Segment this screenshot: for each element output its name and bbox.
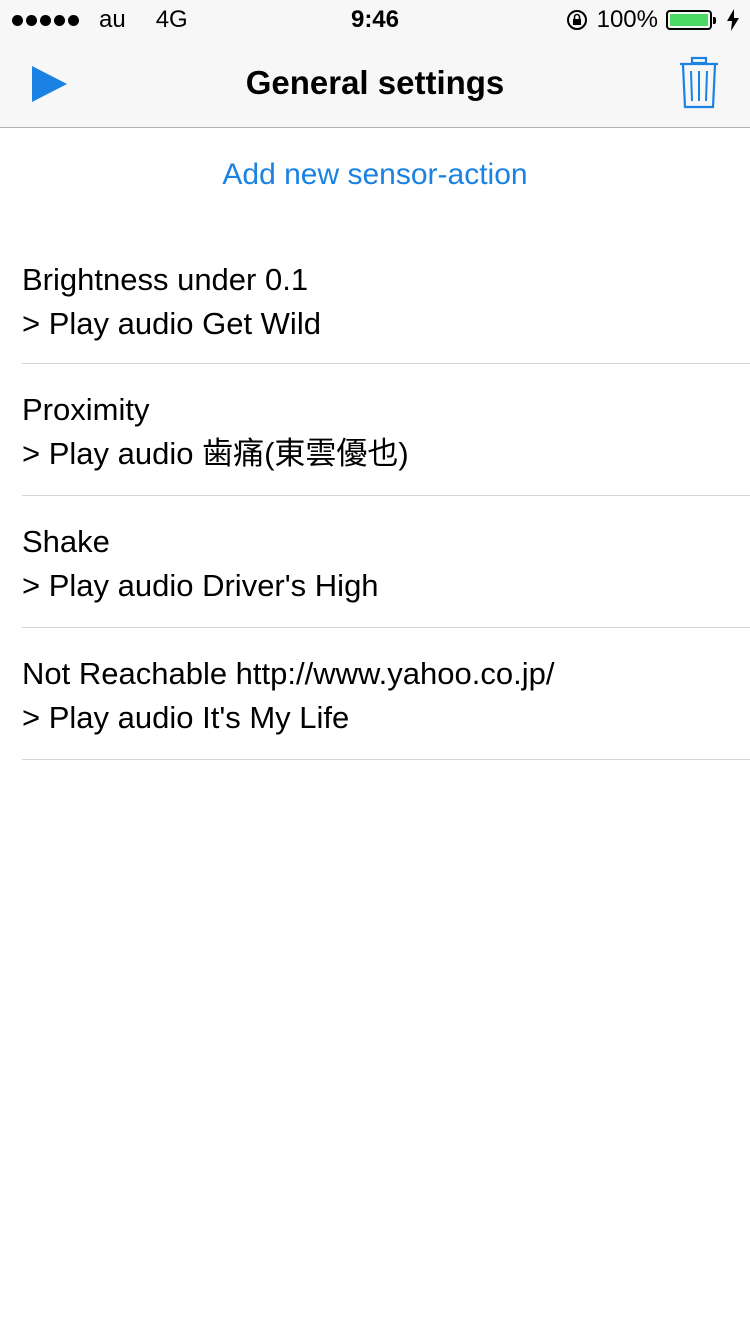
rule-action: > Play audio Get Wild bbox=[22, 306, 321, 341]
list-item[interactable]: Proximity > Play audio 歯痛(東雲優也) bbox=[22, 364, 750, 496]
sensor-action-list: Brightness under 0.1 > Play audio Get Wi… bbox=[0, 232, 750, 760]
orientation-lock-icon bbox=[566, 10, 587, 30]
page-title: General settings bbox=[245, 64, 505, 101]
rule-action: > Play audio 歯痛(東雲優也) bbox=[22, 436, 409, 471]
list-item[interactable]: Shake > Play audio Driver's High bbox=[22, 496, 750, 628]
main-content: Add new sensor-action Brightness under 0… bbox=[0, 128, 750, 760]
battery-percentage: 100% bbox=[596, 6, 658, 33]
rule-sensor: Shake bbox=[22, 524, 110, 559]
rule-action: > Play audio Driver's High bbox=[22, 568, 379, 603]
rule-sensor: Proximity bbox=[22, 392, 150, 427]
add-sensor-action-button[interactable]: Add new sensor-action bbox=[0, 128, 750, 232]
charging-bolt-icon bbox=[727, 9, 739, 31]
status-right: 100% bbox=[565, 6, 740, 34]
rule-sensor: Not Reachable http://www.yahoo.co.jp/ bbox=[22, 656, 555, 691]
rule-action: > Play audio It's My Life bbox=[22, 700, 350, 735]
navigation-bar: General settings bbox=[0, 40, 750, 128]
battery-icon bbox=[666, 10, 716, 30]
list-item[interactable]: Not Reachable http://www.yahoo.co.jp/ > … bbox=[22, 628, 750, 760]
battery-level bbox=[670, 14, 708, 26]
list-item[interactable]: Brightness under 0.1 > Play audio Get Wi… bbox=[22, 232, 750, 364]
status-bar: au 4G 9:46 100% bbox=[0, 0, 750, 40]
rule-sensor: Brightness under 0.1 bbox=[22, 262, 309, 297]
trash-icon[interactable] bbox=[678, 56, 720, 110]
